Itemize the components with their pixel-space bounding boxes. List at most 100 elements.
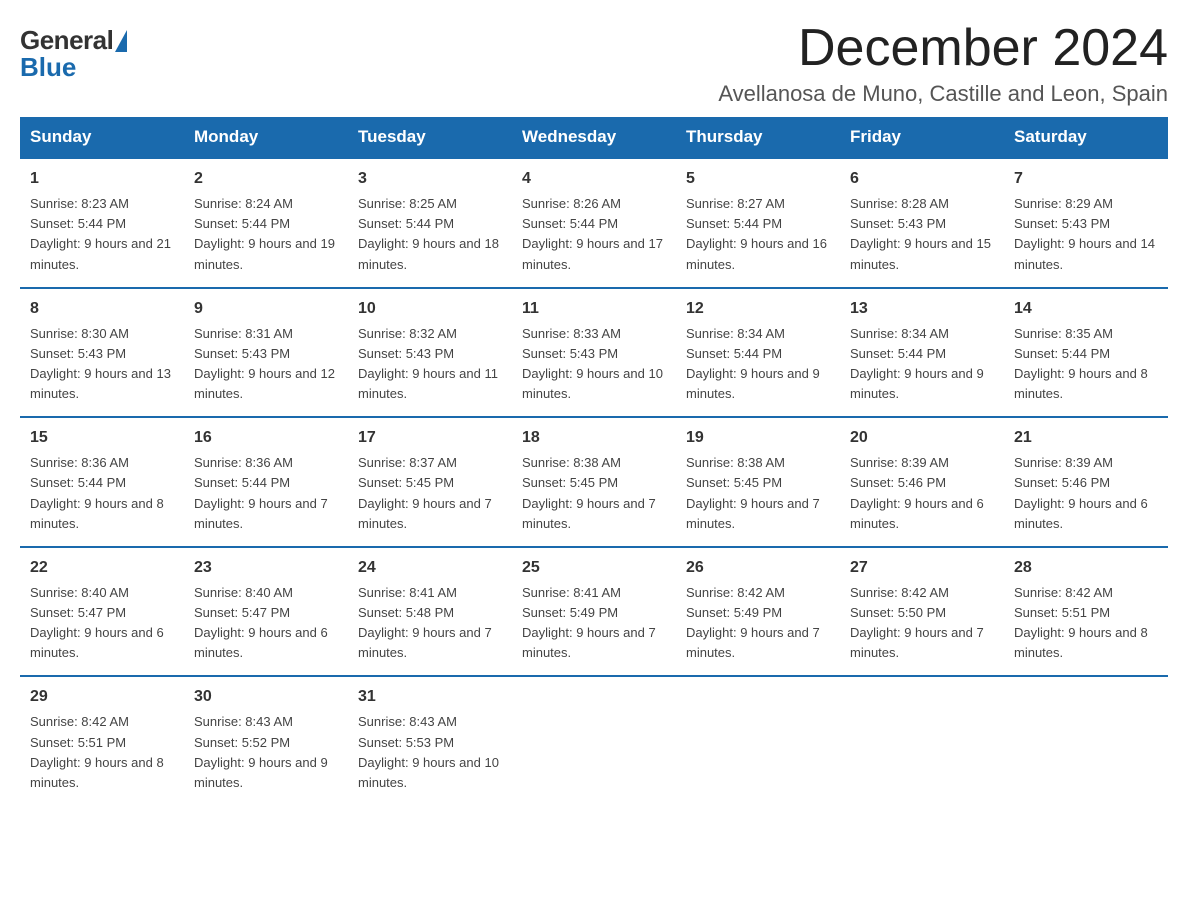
day-info: Sunrise: 8:38 AMSunset: 5:45 PMDaylight:…: [686, 453, 830, 534]
day-cell-12: 12 Sunrise: 8:34 AMSunset: 5:44 PMDayligh…: [676, 288, 840, 418]
col-header-friday: Friday: [840, 117, 1004, 158]
day-info: Sunrise: 8:27 AMSunset: 5:44 PMDaylight:…: [686, 194, 830, 275]
day-number: 16: [194, 426, 338, 450]
day-info: Sunrise: 8:30 AMSunset: 5:43 PMDaylight:…: [30, 324, 174, 405]
month-title: December 2024: [718, 20, 1168, 77]
day-cell-3: 3Sunrise: 8:25 AMSunset: 5:44 PMDaylight…: [348, 158, 512, 288]
day-number: 10: [358, 297, 502, 321]
day-cell-26: 26 Sunrise: 8:42 AMSunset: 5:49 PMDayligh…: [676, 547, 840, 677]
day-number: 19: [686, 426, 830, 450]
day-cell-24: 24Sunrise: 8:41 AMSunset: 5:48 PMDayligh…: [348, 547, 512, 677]
day-number: 23: [194, 556, 338, 580]
day-number: 15: [30, 426, 174, 450]
day-info: Sunrise: 8:24 AMSunset: 5:44 PMDaylight:…: [194, 194, 338, 275]
page-container: General Blue December 2024 Avellanosa de…: [20, 20, 1168, 805]
day-cell-9: 9 Sunrise: 8:31 AMSunset: 5:43 PMDaylight…: [184, 288, 348, 418]
header: General Blue December 2024 Avellanosa de…: [20, 20, 1168, 107]
col-header-thursday: Thursday: [676, 117, 840, 158]
day-cell-30: 30 Sunrise: 8:43 AMSunset: 5:52 PMDayligh…: [184, 676, 348, 805]
calendar-table: SundayMondayTuesdayWednesdayThursdayFrid…: [20, 117, 1168, 805]
day-number: 26: [686, 556, 830, 580]
day-cell-2: 2 Sunrise: 8:24 AMSunset: 5:44 PMDaylight…: [184, 158, 348, 288]
day-cell-8: 8 Sunrise: 8:30 AMSunset: 5:43 PMDaylight…: [20, 288, 184, 418]
day-info: Sunrise: 8:29 AMSunset: 5:43 PMDaylight:…: [1014, 194, 1158, 275]
day-number: 24: [358, 556, 502, 580]
logo: General Blue: [20, 20, 127, 83]
day-cell-21: 21Sunrise: 8:39 AMSunset: 5:46 PMDayligh…: [1004, 417, 1168, 547]
day-info: Sunrise: 8:41 AMSunset: 5:49 PMDaylight:…: [522, 583, 666, 664]
day-info: Sunrise: 8:26 AMSunset: 5:44 PMDaylight:…: [522, 194, 666, 275]
day-number: 11: [522, 297, 666, 321]
day-cell-28: 28Sunrise: 8:42 AMSunset: 5:51 PMDayligh…: [1004, 547, 1168, 677]
empty-cell: [840, 676, 1004, 805]
empty-cell: [512, 676, 676, 805]
col-header-monday: Monday: [184, 117, 348, 158]
day-number: 14: [1014, 297, 1158, 321]
day-info: Sunrise: 8:42 AMSunset: 5:49 PMDaylight:…: [686, 583, 830, 664]
day-info: Sunrise: 8:38 AMSunset: 5:45 PMDaylight:…: [522, 453, 666, 534]
day-info: Sunrise: 8:35 AMSunset: 5:44 PMDaylight:…: [1014, 324, 1158, 405]
empty-cell: [676, 676, 840, 805]
day-number: 25: [522, 556, 666, 580]
day-cell-25: 25 Sunrise: 8:41 AMSunset: 5:49 PMDayligh…: [512, 547, 676, 677]
day-info: Sunrise: 8:42 AMSunset: 5:50 PMDaylight:…: [850, 583, 994, 664]
day-info: Sunrise: 8:40 AMSunset: 5:47 PMDaylight:…: [30, 583, 174, 664]
day-info: Sunrise: 8:25 AMSunset: 5:44 PMDaylight:…: [358, 194, 502, 275]
logo-triangle-icon: [115, 30, 127, 52]
day-number: 12: [686, 297, 830, 321]
day-number: 1: [30, 167, 174, 191]
day-number: 2: [194, 167, 338, 191]
day-info: Sunrise: 8:37 AMSunset: 5:45 PMDaylight:…: [358, 453, 502, 534]
col-header-sunday: Sunday: [20, 117, 184, 158]
col-header-tuesday: Tuesday: [348, 117, 512, 158]
day-number: 31: [358, 685, 502, 709]
week-row-2: 8 Sunrise: 8:30 AMSunset: 5:43 PMDaylight…: [20, 288, 1168, 418]
day-info: Sunrise: 8:43 AMSunset: 5:52 PMDaylight:…: [194, 712, 338, 793]
col-header-wednesday: Wednesday: [512, 117, 676, 158]
day-number: 30: [194, 685, 338, 709]
day-number: 29: [30, 685, 174, 709]
day-cell-18: 18 Sunrise: 8:38 AMSunset: 5:45 PMDayligh…: [512, 417, 676, 547]
day-info: Sunrise: 8:36 AMSunset: 5:44 PMDaylight:…: [30, 453, 174, 534]
week-row-5: 29 Sunrise: 8:42 AMSunset: 5:51 PMDayligh…: [20, 676, 1168, 805]
empty-cell: [1004, 676, 1168, 805]
day-cell-1: 1 Sunrise: 8:23 AMSunset: 5:44 PMDaylight…: [20, 158, 184, 288]
day-cell-4: 4 Sunrise: 8:26 AMSunset: 5:44 PMDaylight…: [512, 158, 676, 288]
day-info: Sunrise: 8:31 AMSunset: 5:43 PMDaylight:…: [194, 324, 338, 405]
day-number: 22: [30, 556, 174, 580]
day-info: Sunrise: 8:40 AMSunset: 5:47 PMDaylight:…: [194, 583, 338, 664]
day-cell-17: 17 Sunrise: 8:37 AMSunset: 5:45 PMDayligh…: [348, 417, 512, 547]
day-number: 9: [194, 297, 338, 321]
day-number: 5: [686, 167, 830, 191]
day-info: Sunrise: 8:36 AMSunset: 5:44 PMDaylight:…: [194, 453, 338, 534]
day-cell-15: 15 Sunrise: 8:36 AMSunset: 5:44 PMDayligh…: [20, 417, 184, 547]
day-number: 8: [30, 297, 174, 321]
day-cell-13: 13 Sunrise: 8:34 AMSunset: 5:44 PMDayligh…: [840, 288, 1004, 418]
day-cell-14: 14 Sunrise: 8:35 AMSunset: 5:44 PMDayligh…: [1004, 288, 1168, 418]
location-subtitle: Avellanosa de Muno, Castille and Leon, S…: [718, 81, 1168, 107]
day-cell-19: 19 Sunrise: 8:38 AMSunset: 5:45 PMDayligh…: [676, 417, 840, 547]
day-cell-7: 7 Sunrise: 8:29 AMSunset: 5:43 PMDaylight…: [1004, 158, 1168, 288]
title-area: December 2024 Avellanosa de Muno, Castil…: [718, 20, 1168, 107]
day-number: 4: [522, 167, 666, 191]
week-row-1: 1 Sunrise: 8:23 AMSunset: 5:44 PMDaylight…: [20, 158, 1168, 288]
day-number: 20: [850, 426, 994, 450]
day-info: Sunrise: 8:42 AMSunset: 5:51 PMDaylight:…: [30, 712, 174, 793]
day-info: Sunrise: 8:34 AMSunset: 5:44 PMDaylight:…: [850, 324, 994, 405]
day-number: 13: [850, 297, 994, 321]
day-info: Sunrise: 8:34 AMSunset: 5:44 PMDaylight:…: [686, 324, 830, 405]
day-cell-20: 20Sunrise: 8:39 AMSunset: 5:46 PMDayligh…: [840, 417, 1004, 547]
day-number: 27: [850, 556, 994, 580]
day-info: Sunrise: 8:42 AMSunset: 5:51 PMDaylight:…: [1014, 583, 1158, 664]
week-row-4: 22 Sunrise: 8:40 AMSunset: 5:47 PMDayligh…: [20, 547, 1168, 677]
day-info: Sunrise: 8:32 AMSunset: 5:43 PMDaylight:…: [358, 324, 502, 405]
day-number: 17: [358, 426, 502, 450]
day-number: 18: [522, 426, 666, 450]
day-number: 7: [1014, 167, 1158, 191]
day-cell-22: 22 Sunrise: 8:40 AMSunset: 5:47 PMDayligh…: [20, 547, 184, 677]
day-cell-31: 31Sunrise: 8:43 AMSunset: 5:53 PMDayligh…: [348, 676, 512, 805]
day-cell-11: 11Sunrise: 8:33 AMSunset: 5:43 PMDayligh…: [512, 288, 676, 418]
day-cell-23: 23 Sunrise: 8:40 AMSunset: 5:47 PMDayligh…: [184, 547, 348, 677]
col-header-saturday: Saturday: [1004, 117, 1168, 158]
day-info: Sunrise: 8:23 AMSunset: 5:44 PMDaylight:…: [30, 194, 174, 275]
